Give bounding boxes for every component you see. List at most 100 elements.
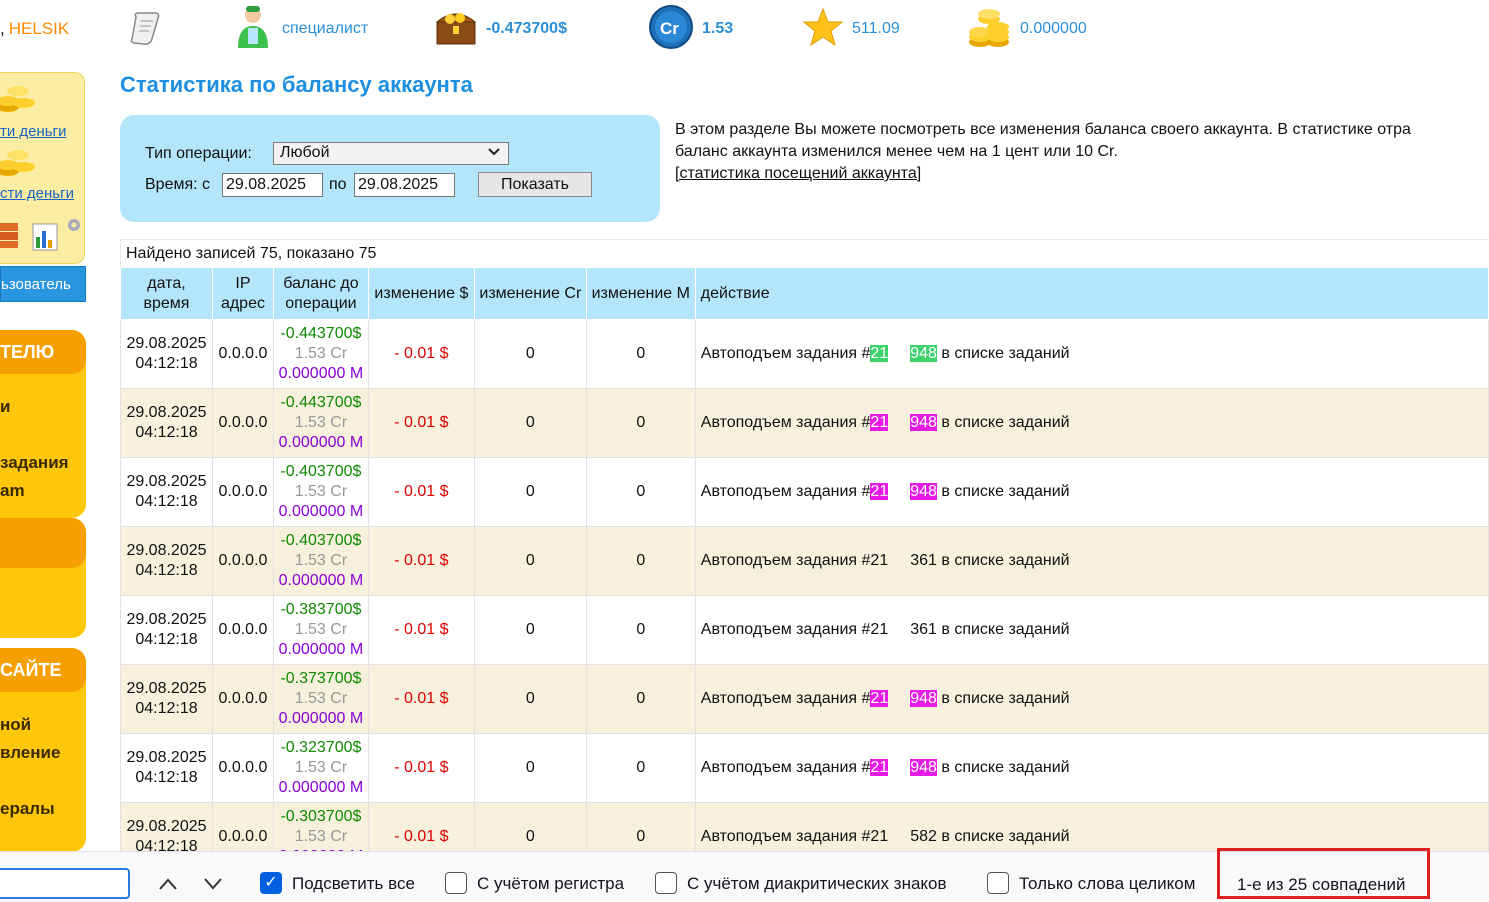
rating-indicator[interactable]: 511.09 (802, 0, 900, 58)
user-name[interactable]: , HELSIK (0, 0, 69, 58)
sidebar-section-2-heading[interactable]: САЙТЕ (0, 648, 86, 692)
find-previous-button[interactable] (158, 874, 178, 897)
cell-change-m: 0 (585, 388, 696, 458)
match-case-label[interactable]: С учётом регистра (477, 874, 624, 894)
task-id-part-a: 21 (870, 759, 889, 776)
sidebar-item-3[interactable]: am (0, 481, 86, 501)
sidebar-section-1: ТЕЛЮ и задания am (0, 330, 86, 518)
match-case-checkbox[interactable] (445, 872, 467, 894)
table-row: 29.08.2025 04:12:18 0.0.0.0 -0.443700$ 1.53 … (120, 388, 1489, 458)
cell-ip: 0.0.0.0 (211, 319, 274, 389)
balance-indicator[interactable]: -0.473700$ (434, 0, 567, 58)
cash-panel: ти деньги сти деньги (0, 72, 85, 264)
treasure-chest-icon (434, 6, 478, 53)
col-header-action: действие (694, 267, 1489, 320)
cell-action: Автоподъем задания #21 948 в списке задан… (694, 319, 1489, 389)
cell-change-usd: - 0.01 $ (367, 319, 475, 389)
sidebar-item-1[interactable]: и (0, 397, 86, 417)
col-header-date: дата, время (120, 267, 213, 320)
task-id-part-a: 21 (870, 345, 889, 362)
credits-indicator[interactable]: Cr 1.53 (648, 0, 733, 58)
cell-date: 29.08.2025 04:12:18 (120, 595, 213, 665)
balance-stats-table: дата, время IP адрес баланс до операции изм… (120, 267, 1489, 872)
cell-date: 29.08.2025 04:12:18 (120, 457, 213, 527)
cell-change-cr: 0 (473, 733, 587, 803)
gear-icon[interactable] (66, 217, 82, 238)
sidebar-item-5[interactable]: вление (0, 743, 86, 763)
op-type-label: Тип операции: (145, 145, 252, 162)
coin-stack-icon (0, 79, 38, 120)
cell-change-cr: 0 (473, 457, 587, 527)
sidebar-link-deposit[interactable]: ти деньги (0, 123, 80, 140)
action-suffix: в списке заданий (936, 414, 1070, 431)
date-to-input[interactable]: 29.08.2025 (354, 173, 455, 197)
action-suffix: в списке заданий (936, 345, 1070, 362)
balance-cr: 1.53 Cr (294, 483, 348, 500)
sidebar-item-2[interactable]: задания (0, 453, 86, 473)
coins-indicator[interactable]: 0.000000 (966, 0, 1087, 58)
cell-change-usd: - 0.01 $ (367, 526, 475, 596)
whole-words-checkbox[interactable] (987, 872, 1009, 894)
task-id-part-b: 582 (910, 828, 937, 845)
cell-date: 29.08.2025 04:12:18 (120, 664, 213, 734)
action-suffix: в списке заданий (936, 621, 1070, 638)
cell-date: 29.08.2025 04:12:18 (120, 388, 213, 458)
user-nick[interactable]: HELSIK (9, 19, 69, 39)
table-row: 29.08.2025 04:12:18 0.0.0.0 -0.403700$ 1.53 … (120, 526, 1489, 596)
table-header-row: дата, время IP адрес баланс до операции изм… (120, 267, 1489, 320)
cell-balance: -0.383700$ 1.53 Cr 0.000000 M (272, 595, 369, 665)
highlight-all-checkbox[interactable]: ✓ (260, 872, 282, 894)
table-row: 29.08.2025 04:12:18 0.0.0.0 -0.323700$ 1.53 … (120, 733, 1489, 803)
sidebar-section-2: САЙТЕ ной вление ералы (0, 648, 86, 852)
cell-change-m: 0 (585, 733, 696, 803)
balance-usd: -0.443700$ (280, 325, 362, 342)
balance-cr: 1.53 Cr (294, 552, 348, 569)
sidebar-item-6[interactable]: ералы (0, 799, 86, 819)
action-suffix: в списке заданий (936, 483, 1070, 500)
cell-change-cr: 0 (473, 664, 587, 734)
scroll-icon[interactable] (128, 0, 168, 58)
op-type-select[interactable]: Любой (273, 142, 509, 165)
task-id-part-a: 21 (870, 828, 889, 845)
cell-change-m: 0 (585, 595, 696, 665)
sidebar-item-4[interactable]: ной (0, 715, 86, 735)
action-prefix: Автоподъем задания # (700, 759, 871, 776)
cell-change-usd: - 0.01 $ (367, 595, 475, 665)
match-diacritics-label[interactable]: С учётом диакритических знаков (687, 874, 947, 894)
balance-m: 0.000000 M (278, 503, 364, 520)
svg-text:Cr: Cr (660, 19, 679, 38)
match-diacritics-checkbox[interactable] (655, 872, 677, 894)
sidebar-section-1-heading[interactable]: ТЕЛЮ (0, 330, 86, 374)
task-id-part-b: 948 (910, 414, 937, 431)
cell-change-usd: - 0.01 $ (367, 388, 475, 458)
sidebar-section-empty-heading[interactable] (0, 518, 86, 568)
task-id-part-b: 948 (910, 759, 937, 776)
col-header-ip: IP адрес (211, 267, 274, 320)
highlight-all-label[interactable]: Подсветить все (292, 874, 415, 894)
chart-icon[interactable] (32, 223, 58, 256)
sidebar-link-withdraw[interactable]: сти деньги (0, 185, 80, 202)
balance-cr: 1.53 Cr (294, 828, 348, 845)
find-input[interactable] (0, 868, 130, 899)
date-from-input[interactable]: 29.08.2025 (222, 173, 323, 197)
specialist-avatar-icon (232, 4, 274, 55)
bricks-icon[interactable] (0, 219, 22, 254)
visits-stats-link[interactable]: [статистика посещений аккаунта] (675, 165, 921, 182)
sidebar-section-empty (0, 518, 86, 638)
balance-usd: -0.403700$ (280, 532, 362, 549)
sidebar-user-button[interactable]: ьзователь (0, 266, 86, 302)
whole-words-label[interactable]: Только слова целиком (1019, 874, 1195, 894)
find-next-button[interactable] (203, 874, 223, 897)
coins-value: 0.000000 (1020, 20, 1087, 37)
user-status[interactable]: специалист (232, 0, 368, 58)
coin-stack-icon (0, 143, 38, 184)
records-found: Найдено записей 75, показано 75 (120, 239, 1489, 267)
cell-balance: -0.443700$ 1.53 Cr 0.000000 M (272, 319, 369, 389)
show-button[interactable]: Показать (478, 172, 592, 197)
task-id-part-a: 21 (870, 552, 889, 569)
page-title: Статистика по балансу аккаунта (120, 72, 473, 97)
cell-action: Автоподъем задания #21 948 в списке задан… (694, 388, 1489, 458)
cell-change-cr: 0 (473, 388, 587, 458)
balance-usd: -0.383700$ (280, 601, 362, 618)
task-id-part-b: 361 (910, 552, 937, 569)
